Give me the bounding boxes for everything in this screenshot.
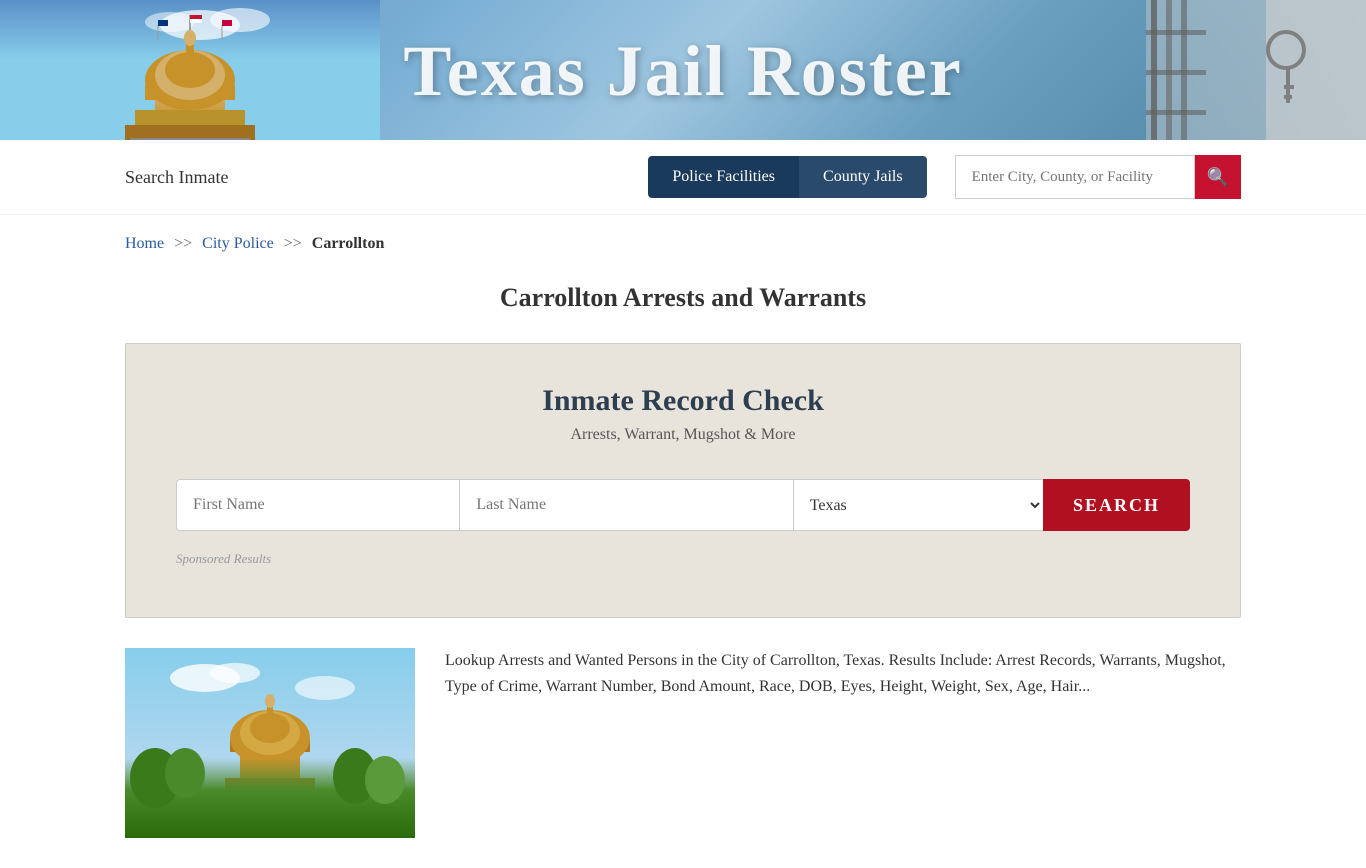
inmate-search-button[interactable]: SEARCH xyxy=(1043,479,1190,531)
breadcrumb-separator-1: >> xyxy=(174,235,192,252)
record-check-box: Inmate Record Check Arrests, Warrant, Mu… xyxy=(125,343,1241,618)
page-title: Carrollton Arrests and Warrants xyxy=(0,283,1366,313)
state-select[interactable]: AlabamaAlaskaArizonaArkansasCaliforniaCo… xyxy=(793,479,1043,531)
breadcrumb-current: Carrollton xyxy=(312,235,385,252)
breadcrumb-city-police[interactable]: City Police xyxy=(202,235,274,252)
capitol-svg xyxy=(0,0,380,140)
facility-search-container: 🔍 xyxy=(955,155,1241,199)
nav-buttons: Police Facilities County Jails xyxy=(648,156,926,198)
city-image xyxy=(125,648,415,838)
header-banner: Texas Jail Roster xyxy=(0,0,1366,140)
site-title: Texas Jail Roster xyxy=(403,30,962,113)
bottom-content: Lookup Arrests and Wanted Persons in the… xyxy=(0,618,1366,868)
keys-svg xyxy=(1146,0,1366,140)
county-jails-button[interactable]: County Jails xyxy=(799,156,927,198)
search-icon: 🔍 xyxy=(1207,167,1229,188)
breadcrumb-separator-2: >> xyxy=(284,235,302,252)
police-facilities-button[interactable]: Police Facilities xyxy=(648,156,799,198)
city-image-svg xyxy=(125,648,415,838)
first-name-input[interactable] xyxy=(176,479,459,531)
capitol-area xyxy=(0,0,380,140)
facility-search-input[interactable] xyxy=(955,155,1195,199)
record-check-title: Inmate Record Check xyxy=(176,384,1190,418)
page-title-area: Carrollton Arrests and Warrants xyxy=(0,263,1366,343)
record-check-subtitle: Arrests, Warrant, Mugshot & More xyxy=(176,426,1190,444)
city-description: Lookup Arrests and Wanted Persons in the… xyxy=(445,648,1241,699)
breadcrumb: Home >> City Police >> Carrollton xyxy=(0,215,1366,263)
inmate-search-form: AlabamaAlaskaArizonaArkansasCaliforniaCo… xyxy=(176,479,1190,531)
search-inmate-label: Search Inmate xyxy=(125,167,628,188)
keys-area xyxy=(1146,0,1366,140)
breadcrumb-home[interactable]: Home xyxy=(125,235,164,252)
facility-search-button[interactable]: 🔍 xyxy=(1195,155,1241,199)
navbar: Search Inmate Police Facilities County J… xyxy=(0,140,1366,215)
sponsored-label: Sponsored Results xyxy=(176,551,1190,567)
last-name-input[interactable] xyxy=(459,479,792,531)
